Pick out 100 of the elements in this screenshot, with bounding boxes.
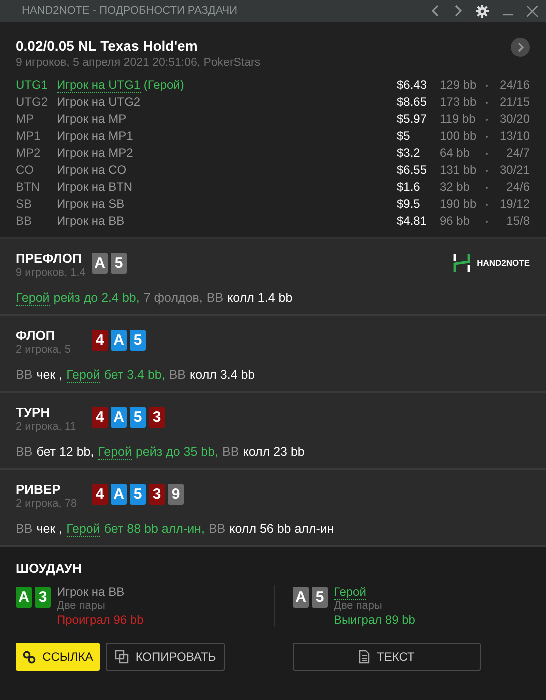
player-name[interactable]: Игрок на MP2	[57, 146, 134, 160]
player-label: BB	[206, 291, 224, 306]
hand-combination: Две пары	[334, 599, 384, 613]
playing-card: A	[92, 253, 108, 274]
hand-info: 9 игроков, 5 апреля 2021 20:51:06, PokerStars	[16, 57, 261, 69]
playing-card: 9	[168, 484, 184, 505]
action-text: колл 3.4 bb	[190, 368, 256, 383]
playing-card: 3	[149, 484, 165, 505]
link-button[interactable]: ССЫЛКА	[16, 643, 100, 671]
player-position: CO	[16, 163, 35, 178]
playing-card: A	[16, 587, 32, 608]
player-name[interactable]: Игрок на UTG2	[57, 95, 141, 109]
player-stack: $4.81	[397, 214, 428, 229]
text-button[interactable]: ТЕКСТ	[293, 643, 481, 671]
player-stack: $5	[397, 129, 412, 144]
player-stack: $3.2	[397, 146, 422, 161]
action-text: колл 1.4 bb	[228, 291, 293, 306]
action-text: чек ,	[36, 368, 63, 383]
player-position: SB	[16, 197, 34, 212]
action-text: рейз до 35 bb,	[136, 445, 219, 460]
playing-card: A	[111, 330, 127, 351]
player-name[interactable]: Игрок на UTG1	[57, 78, 141, 93]
game-title: 0.02/0.05 NL Texas Hold'em	[16, 38, 199, 54]
action-text: рейз до 2.4 bb,	[54, 291, 140, 306]
street-info: 2 игрока, 11	[16, 421, 78, 433]
playing-card: A	[111, 407, 127, 428]
stack-bb: 190 bb	[440, 197, 478, 212]
player-label: BB	[16, 445, 33, 460]
stack-bb: 173 bb	[440, 95, 478, 110]
player-position: MP	[16, 112, 35, 127]
street-name: ФЛОП	[16, 328, 56, 343]
stack-bb: 32 bb	[440, 180, 472, 195]
player-stats: 13/10	[500, 129, 530, 144]
hand-combination: Две пары	[57, 599, 106, 613]
stack-bb: 100 bb	[440, 129, 478, 144]
player-stack: $6.43	[397, 78, 428, 93]
hero-name[interactable]: Герой	[66, 522, 100, 537]
copy-button[interactable]: КОПИРОВАТЬ	[106, 643, 225, 671]
hero-name[interactable]: Герой	[66, 368, 100, 383]
player-position: MP2	[16, 146, 42, 161]
player-name[interactable]: Игрок на SB	[57, 197, 125, 211]
player-stats: 19/12	[500, 197, 530, 212]
playing-card: 5	[130, 407, 146, 428]
action-text: колл 56 bb алл-ин	[230, 522, 334, 537]
player-position: MP1	[16, 129, 42, 144]
street-info: 2 игрока, 78	[16, 498, 78, 510]
player-name[interactable]: Игрок на MP	[57, 112, 127, 126]
stack-bb: 96 bb	[440, 214, 472, 229]
street-info: 9 игроков, 1.4	[16, 267, 87, 279]
street-name: ТУРН	[16, 405, 52, 420]
stack-bb: 129 bb	[440, 78, 478, 93]
player-stats: 30/20	[500, 112, 530, 127]
player-name[interactable]: Игрок на MP1	[57, 129, 134, 143]
playing-card: 5	[130, 484, 146, 505]
hand-result: Выиграл 89 bb	[334, 613, 416, 627]
hand-result: Проиграл 96 bb	[57, 613, 144, 627]
player-name[interactable]: Игрок на BTN	[57, 180, 133, 194]
player-position: BB	[16, 214, 34, 229]
playing-card: 5	[130, 330, 146, 351]
player-name[interactable]: Игрок на BB	[57, 585, 125, 599]
stack-bb: 64 bb	[440, 146, 472, 161]
street-name: ПРЕФЛОП	[16, 251, 83, 266]
player-label: BB	[222, 445, 240, 460]
street-info: 2 игрока, 5	[16, 344, 72, 356]
player-stack: $8.65	[397, 95, 428, 110]
player-label: BB	[16, 522, 33, 537]
action-text: чек ,	[36, 522, 63, 537]
action-text: колл 23 bb	[243, 445, 305, 460]
player-label: BB	[169, 368, 186, 383]
player-stats: 30/21	[500, 163, 530, 178]
playing-card: A	[111, 484, 127, 505]
playing-card: 3	[35, 587, 51, 608]
window-title: HAND2NOTE - ПОДРОБНОСТИ РАЗДАЧИ	[22, 5, 239, 17]
stack-bb: 131 bb	[440, 163, 478, 178]
player-stats: 24/6	[506, 180, 530, 195]
player-stats: 24/16	[500, 78, 530, 93]
playing-card: 4	[92, 484, 108, 505]
player-name[interactable]: Игрок на BB	[57, 214, 125, 228]
player-position: UTG2	[16, 95, 50, 110]
player-label: 7 фолдов,	[144, 291, 203, 306]
action-text: бет 88 bb алл-ин,	[104, 522, 205, 537]
player-stats: 24/7	[506, 146, 530, 161]
section-title: ШОУДАУН	[16, 561, 83, 576]
player-stack: $1.6	[397, 180, 422, 195]
playing-card: A	[293, 587, 309, 608]
player-position: BTN	[16, 180, 41, 195]
player-name[interactable]: Игрок на CO	[57, 163, 127, 177]
hero-name[interactable]: Герой	[98, 445, 132, 460]
player-name[interactable]: Герой	[334, 585, 366, 600]
player-stack: $6.55	[397, 163, 428, 178]
logo-text: HAND2NOTE	[477, 258, 530, 268]
hero-name[interactable]: Герой	[16, 291, 50, 306]
player-stack: $5.97	[397, 112, 428, 127]
stack-bb: 119 bb	[440, 112, 477, 127]
player-label: BB	[208, 522, 226, 537]
player-label: BB	[16, 368, 33, 383]
action-text: бет 12 bb,	[36, 445, 94, 460]
player-position: UTG1	[16, 78, 50, 93]
hero-tag: (Герой)	[144, 78, 184, 92]
playing-card: 5	[312, 587, 328, 608]
